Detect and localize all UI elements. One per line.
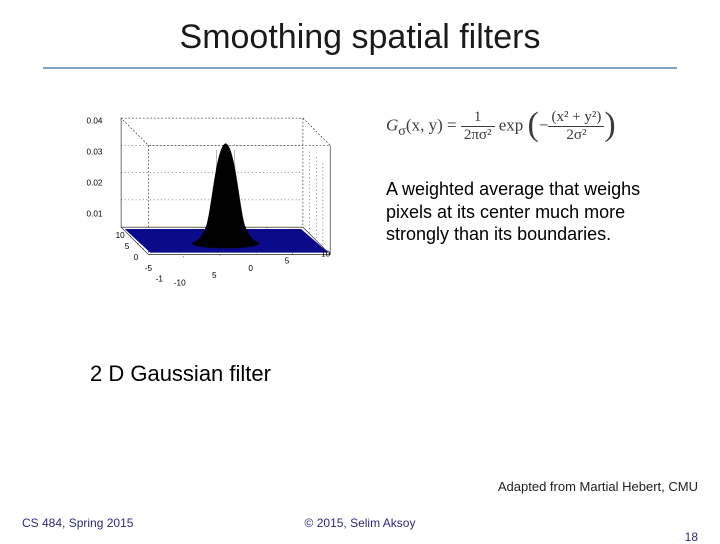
ytick-2: 0.02 (87, 178, 103, 187)
footer-left: CS 484, Spring 2015 (22, 516, 133, 530)
slide-footer: CS 484, Spring 2015 © 2015, Selim Aksoy … (0, 516, 720, 530)
formula-lhs: G (386, 115, 398, 134)
slide-title: Smoothing spatial filters (0, 0, 720, 67)
formula-sub: σ (398, 123, 406, 139)
attribution-text: Adapted from Martial Hebert, CMU (498, 479, 698, 494)
ytick-3: 0.01 (87, 209, 103, 218)
x2tick-0: -10 (174, 278, 186, 287)
frac1-num: 1 (461, 109, 495, 127)
formula-args: (x, y) (406, 115, 443, 134)
formula-neg: − (539, 115, 549, 134)
footer-page-number: 18 (685, 530, 698, 544)
lparen: ( (528, 106, 539, 143)
figure-caption: 2 D Gaussian filter (0, 339, 720, 387)
x1tick-3: -5 (145, 264, 153, 273)
gaussian-3d-plot: 0.04 0.03 0.02 0.01 10 5 0 -5 -1 -10 5 0… (30, 99, 370, 339)
frac2-den: 2σ² (548, 127, 604, 144)
ytick-1: 0.03 (87, 147, 103, 156)
x2tick-1: 5 (212, 271, 217, 280)
plot-svg: 0.04 0.03 0.02 0.01 10 5 0 -5 -1 -10 5 0… (72, 109, 352, 309)
description-text: A weighted average that weighs pixels at… (386, 178, 656, 246)
ytick-0: 0.04 (87, 117, 103, 126)
formula-eq: = (443, 115, 461, 134)
x1tick-0: 10 (116, 231, 126, 240)
x1tick-2: 0 (134, 253, 139, 262)
x1tick-4: -1 (156, 275, 164, 284)
gaussian-formula: Gσ(x, y) = 12πσ² exp (−(x² + y²)2σ²) (386, 103, 690, 178)
x2tick-4: 10 (321, 249, 331, 258)
formula-exp: exp (495, 115, 524, 134)
x1tick-1: 5 (125, 242, 130, 251)
x2tick-3: 5 (285, 257, 290, 266)
right-column: Gσ(x, y) = 12πσ² exp (−(x² + y²)2σ²) A w… (386, 99, 690, 339)
frac2-num: (x² + y²) (548, 109, 604, 127)
content-area: 0.04 0.03 0.02 0.01 10 5 0 -5 -1 -10 5 0… (0, 69, 720, 339)
rparen: ) (604, 106, 615, 143)
frac1-den: 2πσ² (461, 127, 495, 144)
x2tick-2: 0 (248, 264, 253, 273)
